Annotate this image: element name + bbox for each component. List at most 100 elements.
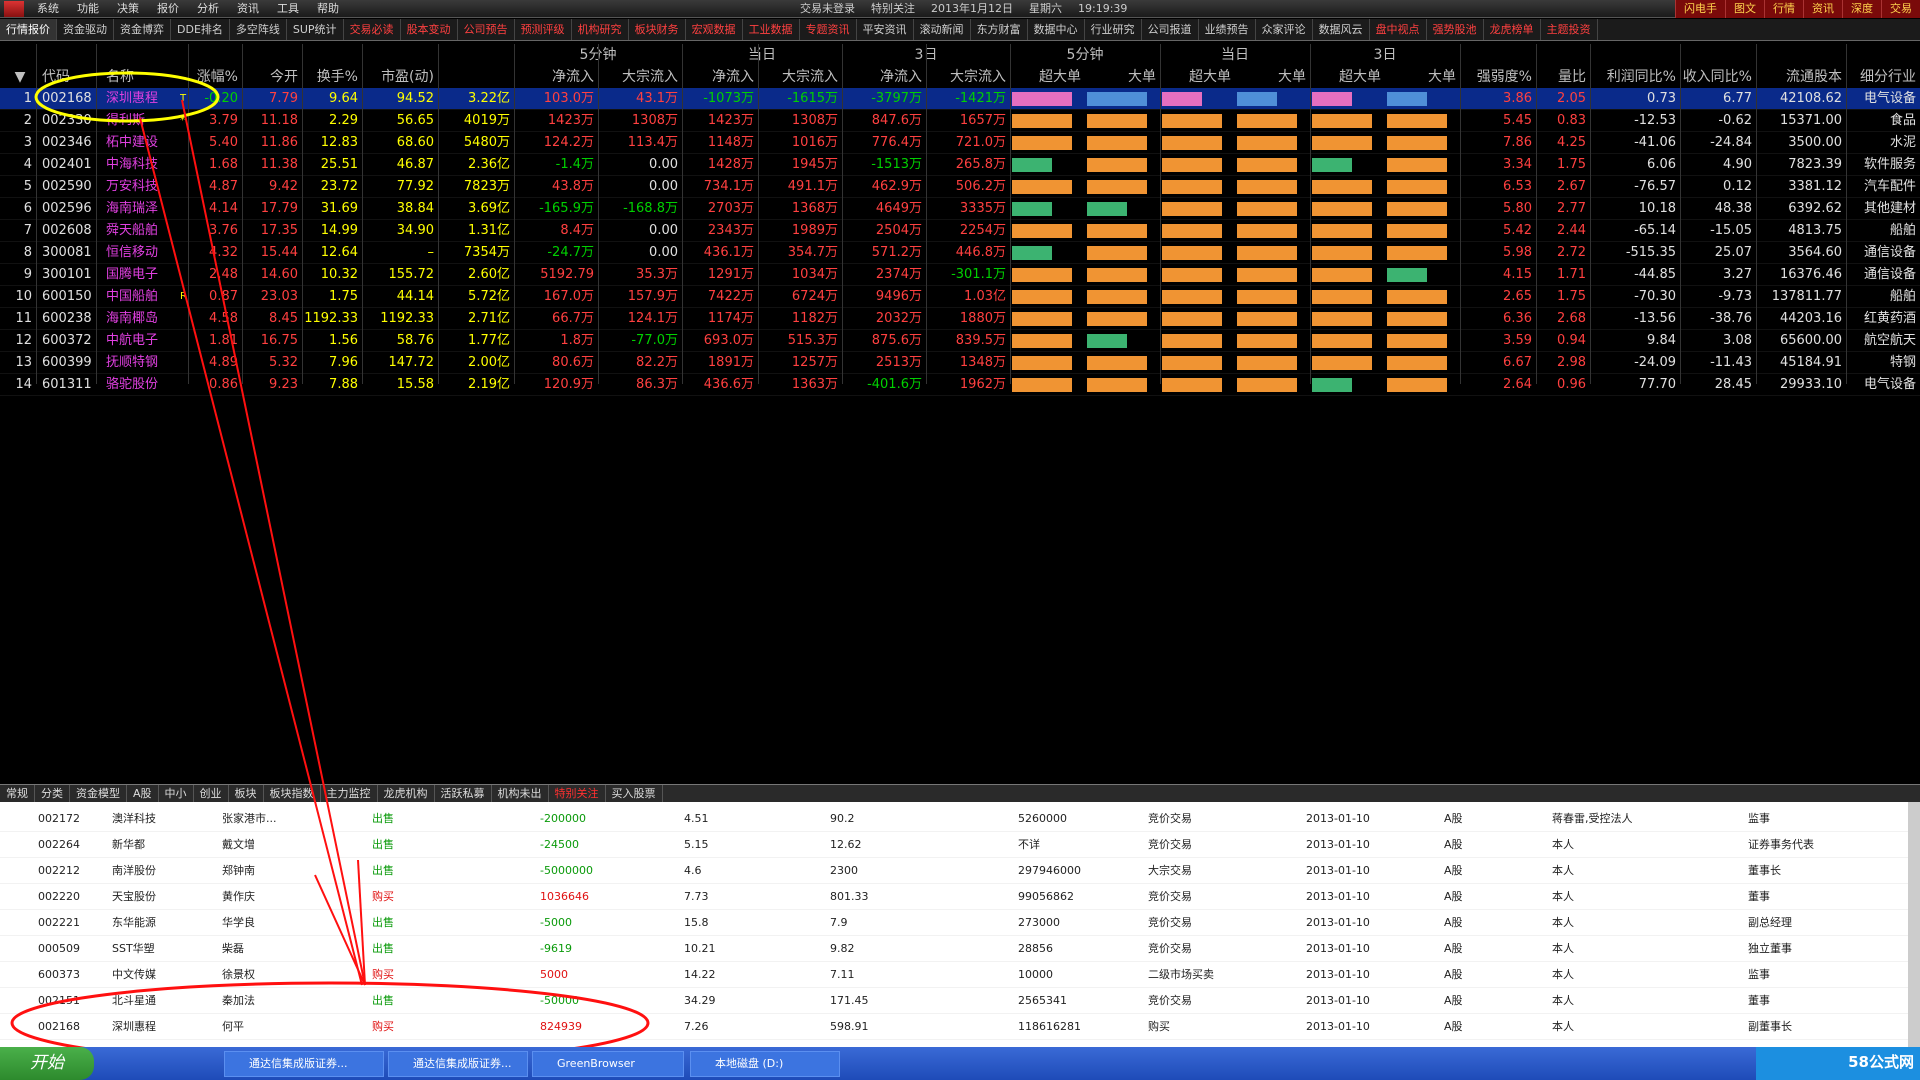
bottom-tab-1[interactable]: 分类 (35, 785, 70, 802)
tab-21[interactable]: 业绩预告 (1199, 19, 1256, 40)
bottom-tab-5[interactable]: 创业 (194, 785, 229, 802)
tab-27[interactable]: 主题投资 (1541, 19, 1598, 40)
bottom-tab-10[interactable]: 活跃私募 (435, 785, 492, 802)
column-header-float[interactable]: 流通股本 (1756, 66, 1846, 88)
tab-19[interactable]: 行业研究 (1085, 19, 1142, 40)
table-row[interactable]: 10 600150 中国船舶 0.87 23.03 1.75 44.14 5.72亿 167.0… (0, 286, 1920, 308)
column-header-code[interactable]: 代码 (36, 66, 96, 88)
column-header-strength[interactable]: 强弱度% (1460, 66, 1536, 88)
column-header-big[interactable]: 大宗流入 (926, 66, 1010, 88)
tab-20[interactable]: 公司报道 (1142, 19, 1199, 40)
bottom-tab-3[interactable]: A股 (127, 785, 159, 802)
table-row[interactable]: 7 002608 舜天船舶 3.76 17.35 14.99 34.90 1.31亿 8.4万 0… (0, 220, 1920, 242)
table-row[interactable]: 11 600238 海南椰岛 4.58 8.45 1192.33 1192.33 2.71亿 6… (0, 308, 1920, 330)
column-header-net[interactable]: 净流入 (514, 66, 598, 88)
table-row[interactable]: 6 002596 海南瑞泽 4.14 17.79 31.69 38.84 3.69亿 -165.… (0, 198, 1920, 220)
column-header-net[interactable]: 净流入 (682, 66, 758, 88)
bottom-tab-12[interactable]: 特别关注 (549, 785, 606, 802)
menu-item[interactable]: 工具 (268, 0, 308, 18)
table-row[interactable]: 12 600372 中航电子 1.81 16.75 1.56 58.76 1.77亿 1.8万 -… (0, 330, 1920, 352)
table-row[interactable]: 9 300101 国腾电子 2.48 14.60 10.32 155.72 2.60亿 5192… (0, 264, 1920, 286)
tab-7[interactable]: 股本变动 (401, 19, 458, 40)
tab-12[interactable]: 宏观数据 (686, 19, 743, 40)
column-header-ind[interactable]: 细分行业 (1846, 66, 1920, 88)
menu-item[interactable]: 功能 (68, 0, 108, 18)
column-header-large[interactable]: 大单 (1085, 66, 1160, 88)
tab-18[interactable]: 数据中心 (1028, 19, 1085, 40)
column-header-turn[interactable]: 换手% (302, 66, 362, 88)
tab-1[interactable]: 资金驱动 (57, 19, 114, 40)
table-row[interactable]: 3 002346 柘中建设 5.40 11.86 12.83 68.60 5480万 124.2… (0, 132, 1920, 154)
menu-item[interactable]: 报价 (148, 0, 188, 18)
tab-15[interactable]: 平安资讯 (857, 19, 914, 40)
menu-item[interactable]: 系统 (28, 0, 68, 18)
tab-0[interactable]: 行情报价 (0, 19, 57, 40)
tab-25[interactable]: 强势股池 (1427, 19, 1484, 40)
tab-11[interactable]: 板块财务 (629, 19, 686, 40)
quick-button[interactable]: 图文 (1725, 0, 1764, 18)
tab-4[interactable]: 多空阵线 (230, 19, 287, 40)
column-header-chg[interactable]: 涨幅% (188, 66, 242, 88)
table-row[interactable]: 1 002168 深圳惠程 -0.20 7.79 9.64 94.52 3.22亿 103.0万… (0, 88, 1920, 110)
tab-8[interactable]: 公司预告 (458, 19, 515, 40)
trade-row[interactable]: 002264 新华都 戴文增 出售 -24500 5.15 12.62 不详 竞价交易 2013-… (0, 832, 1908, 858)
tab-16[interactable]: 滚动新闻 (914, 19, 971, 40)
tab-14[interactable]: 专题资讯 (800, 19, 857, 40)
tab-22[interactable]: 众家评论 (1256, 19, 1313, 40)
menu-item[interactable]: 资讯 (228, 0, 268, 18)
table-row[interactable]: 5 002590 万安科技 4.87 9.42 23.72 77.92 7823万 43.8万 0… (0, 176, 1920, 198)
tab-3[interactable]: DDE排名 (171, 19, 230, 40)
trade-row[interactable]: 002172 澳洋科技 张家港市... 出售 -200000 4.51 90.2 526000… (0, 806, 1908, 832)
column-header-profit[interactable]: 利润同比% (1590, 66, 1680, 88)
quick-button[interactable]: 资讯 (1803, 0, 1842, 18)
trade-row[interactable]: 002212 南洋股份 郑钟南 出售 -5000000 4.6 2300 297946000 大… (0, 858, 1908, 884)
tab-26[interactable]: 龙虎榜单 (1484, 19, 1541, 40)
quick-button[interactable]: 深度 (1842, 0, 1881, 18)
tab-10[interactable]: 机构研究 (572, 19, 629, 40)
menu-item[interactable]: 分析 (188, 0, 228, 18)
column-header-large[interactable]: 大单 (1235, 66, 1310, 88)
tab-5[interactable]: SUP统计 (287, 19, 344, 40)
column-header-pe[interactable]: 市盈(动) (362, 66, 438, 88)
column-header-open[interactable]: 今开 (242, 66, 302, 88)
column-header-big[interactable]: 大宗流入 (758, 66, 842, 88)
trade-row[interactable]: 000509 SST华塑 柴磊 出售 -9619 10.21 9.82 28856 竞价交易 20… (0, 936, 1908, 962)
bottom-tab-11[interactable]: 机构未出 (492, 785, 549, 802)
trade-row[interactable]: 002220 天宝股份 黄作庆 购买 1036646 7.73 801.33 99056862… (0, 884, 1908, 910)
sort-menu-icon[interactable]: ▼ (8, 66, 32, 88)
column-header-super[interactable]: 超大单 (1310, 66, 1385, 88)
taskbar-item[interactable]: GreenBrowser (532, 1051, 684, 1077)
menu-item[interactable]: 决策 (108, 0, 148, 18)
column-header-amt[interactable] (438, 66, 514, 88)
quick-button[interactable]: 交易 (1881, 0, 1920, 18)
column-header-vol[interactable]: 量比 (1536, 66, 1590, 88)
column-header-super[interactable]: 超大单 (1160, 66, 1235, 88)
table-row[interactable]: 8 300081 恒信移动 4.32 15.44 12.64 – 7354万 -24.7万 0.0… (0, 242, 1920, 264)
table-row[interactable]: 14 601311 骆驼股份 0.86 9.23 7.88 15.58 2.19亿 120.9万… (0, 374, 1920, 396)
column-header-super[interactable]: 超大单 (1010, 66, 1085, 88)
start-button[interactable]: 开始 (0, 1047, 94, 1080)
trade-row[interactable]: 600373 中文传媒 徐景权 购买 5000 14.22 7.11 10000 二级市场买卖 2… (0, 962, 1908, 988)
quick-button[interactable]: 闪电手 (1675, 0, 1725, 18)
bottom-tab-4[interactable]: 中小 (159, 785, 194, 802)
menu-item[interactable]: 帮助 (308, 0, 348, 18)
tab-13[interactable]: 工业数据 (743, 19, 800, 40)
tab-6[interactable]: 交易必读 (344, 19, 401, 40)
column-header-rev[interactable]: 收入同比% (1680, 66, 1756, 88)
bottom-tab-7[interactable]: 板块指数 (264, 785, 321, 802)
table-row[interactable]: 2 002330 得利斯 3.79 11.18 2.29 56.65 4019万 1423万 13… (0, 110, 1920, 132)
quick-button[interactable]: 行情 (1764, 0, 1803, 18)
bottom-tab-13[interactable]: 买入股票 (606, 785, 663, 802)
taskbar-item[interactable]: 通达信集成版证券... (388, 1051, 528, 1077)
tab-24[interactable]: 盘中视点 (1370, 19, 1427, 40)
taskbar-item[interactable]: 本地磁盘 (D:) (690, 1051, 840, 1077)
trade-row[interactable]: 002221 东华能源 华学良 出售 -5000 15.8 7.9 273000 竞价交易 201… (0, 910, 1908, 936)
tab-17[interactable]: 东方财富 (971, 19, 1028, 40)
bottom-tab-9[interactable]: 龙虎机构 (378, 785, 435, 802)
table-row[interactable]: 4 002401 中海科技 1.68 11.38 25.51 46.87 2.36亿 -1.4万… (0, 154, 1920, 176)
column-header-large[interactable]: 大单 (1385, 66, 1460, 88)
bottom-tab-6[interactable]: 板块 (229, 785, 264, 802)
bottom-tab-2[interactable]: 资金模型 (70, 785, 127, 802)
vertical-scrollbar[interactable] (1908, 802, 1920, 1047)
tab-9[interactable]: 预测评级 (515, 19, 572, 40)
